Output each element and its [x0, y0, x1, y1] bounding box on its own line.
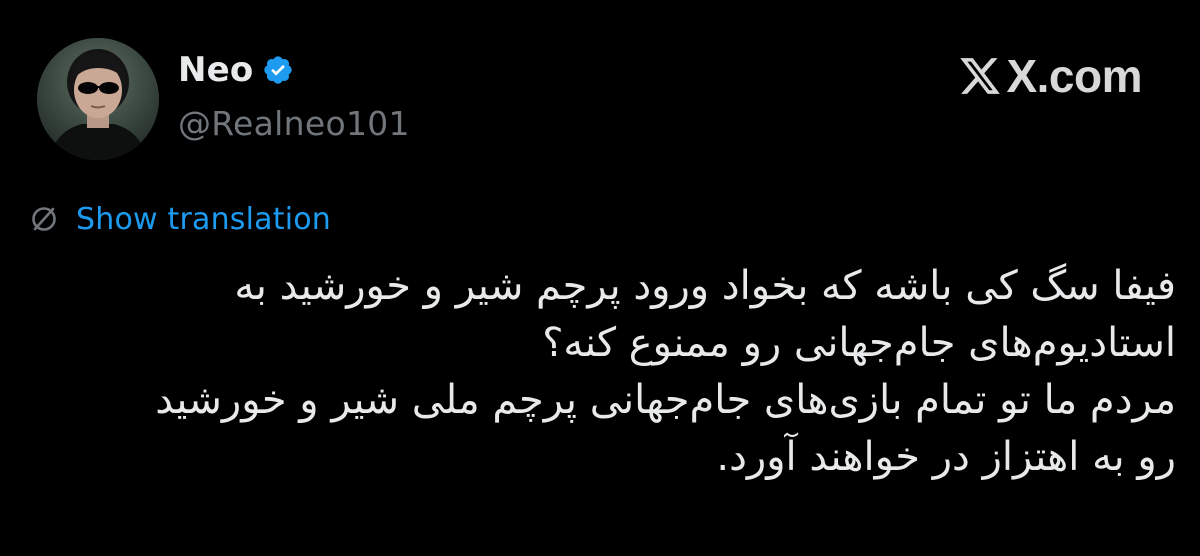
- author-block: Neo @Realneo101: [178, 48, 410, 143]
- verified-badge-icon: [262, 54, 294, 86]
- tweet-card: Neo @Realneo101 X.com Show translation ف…: [0, 0, 1200, 556]
- translation-row[interactable]: Show translation: [30, 198, 331, 240]
- tweet-text-line: فیفا سگ کی باشه که بخواد ورود پرچم شیر و…: [234, 263, 1176, 309]
- tweet-text-line: رو به اهتزاز در خواهند آورد.: [716, 434, 1176, 480]
- brand-label: X.com: [1006, 50, 1142, 102]
- tweet-text-line: استادیوم‌های جام‌جهانی رو ممنوع کنه؟: [542, 320, 1176, 366]
- avatar-photo: [37, 38, 159, 160]
- x-logo-icon: [958, 53, 1002, 99]
- show-translation-link[interactable]: Show translation: [76, 202, 331, 237]
- globe-icon: [30, 205, 58, 233]
- avatar[interactable]: [37, 38, 159, 160]
- user-handle[interactable]: @Realneo101: [178, 104, 410, 143]
- brand-watermark: X.com: [958, 48, 1142, 104]
- name-row: Neo: [178, 48, 410, 92]
- tweet-text-line: مردم ما تو تمام بازی‌های جام‌جهانی پرچم …: [155, 377, 1176, 423]
- display-name[interactable]: Neo: [178, 50, 253, 90]
- tweet-text: فیفا سگ کی باشه که بخواد ورود پرچم شیر و…: [36, 258, 1176, 486]
